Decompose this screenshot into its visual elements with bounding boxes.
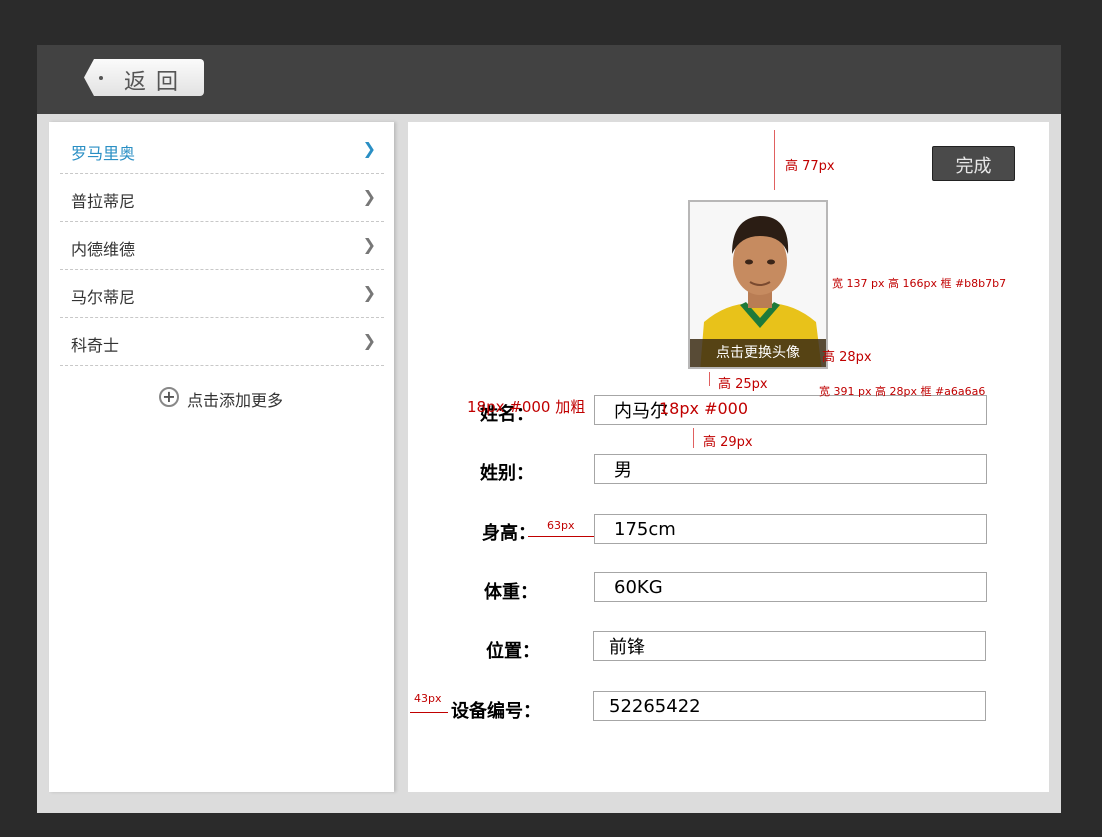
sidebar-item-kochis[interactable]: 科奇士 ❯ — [60, 318, 384, 366]
annotation-row-gap: 高 29px — [703, 435, 753, 450]
label-height: 身高： — [482, 523, 536, 544]
device-id-field[interactable] — [593, 691, 986, 721]
sidebar-item-romario[interactable]: 罗马里奥 ❯ — [60, 126, 384, 174]
annotation-top-gap: 高 77px — [785, 159, 835, 174]
label-weight: 体重： — [484, 582, 538, 603]
sidebar-item-label: 普拉蒂尼 — [71, 192, 136, 211]
app-frame: 返回 罗马里奥 ❯ 普拉蒂尼 ❯ 内德维德 ❯ 马尔蒂尼 ❯ 科奇士 ❯ + 点… — [37, 45, 1061, 813]
done-button[interactable]: 完成 — [932, 146, 1015, 181]
chevron-right-icon: ❯ — [362, 283, 376, 302]
sidebar: 罗马里奥 ❯ 普拉蒂尼 ❯ 内德维德 ❯ 马尔蒂尼 ❯ 科奇士 ❯ + 点击添加… — [49, 122, 394, 792]
sidebar-item-platini[interactable]: 普拉蒂尼 ❯ — [60, 174, 384, 222]
position-field[interactable] — [593, 631, 986, 661]
annotation-line — [709, 372, 710, 386]
weight-field[interactable] — [594, 572, 987, 602]
annotation-line — [528, 536, 594, 537]
back-button[interactable]: 返回 — [84, 59, 204, 96]
label-gender: 姓别： — [480, 463, 534, 484]
sidebar-item-maldini[interactable]: 马尔蒂尼 ❯ — [60, 270, 384, 318]
annotation-line — [693, 428, 694, 448]
chevron-right-icon: ❯ — [362, 331, 376, 350]
label-device-id: 设备编号： — [451, 701, 541, 722]
chevron-right-icon: ❯ — [362, 139, 376, 158]
sidebar-item-label: 马尔蒂尼 — [71, 288, 136, 307]
back-button-label: 返回 — [124, 70, 189, 95]
chevron-right-icon: ❯ — [362, 187, 376, 206]
sidebar-item-label: 罗马里奥 — [71, 144, 136, 163]
avatar[interactable]: 点击更换头像 — [688, 200, 828, 369]
back-dot-icon — [99, 76, 103, 80]
annotation-input-size: 宽 391 px 高 28px 框 #a6a6a6 — [819, 385, 986, 398]
annotation-line — [410, 712, 448, 713]
main-panel: 完成 点击更换头像 姓名： 姓别： 身高： 体重： 位置： — [408, 122, 1049, 792]
name-field[interactable] — [594, 395, 987, 425]
annotation-input-style: 18px #000 — [659, 399, 749, 418]
sidebar-item-label: 内德维德 — [71, 240, 136, 259]
annotation-left-gap: 43px — [414, 692, 442, 705]
annotation-line — [774, 130, 775, 190]
change-avatar-caption: 点击更换头像 — [690, 339, 826, 367]
plus-circle-icon: + — [159, 387, 179, 407]
gender-field[interactable] — [594, 454, 987, 484]
annotation-avatar-size: 宽 137 px 高 166px 框 #b8b7b7 — [832, 277, 1007, 290]
sidebar-item-label: 科奇士 — [71, 336, 120, 355]
top-bar: 返回 — [37, 45, 1061, 114]
sidebar-item-nedved[interactable]: 内德维德 ❯ — [60, 222, 384, 270]
height-field[interactable] — [594, 514, 987, 544]
chevron-right-icon: ❯ — [362, 235, 376, 254]
label-position: 位置： — [486, 641, 540, 662]
annotation-gap-avatar-form: 高 25px — [718, 377, 768, 392]
annotation-label-input-gap: 63px — [547, 519, 575, 532]
annotation-label-style: 18px #000 加粗 — [467, 398, 586, 416]
add-more-label: 点击添加更多 — [187, 391, 284, 410]
done-button-label: 完成 — [955, 156, 992, 177]
annotation-caption-height: 高 28px — [822, 350, 872, 365]
